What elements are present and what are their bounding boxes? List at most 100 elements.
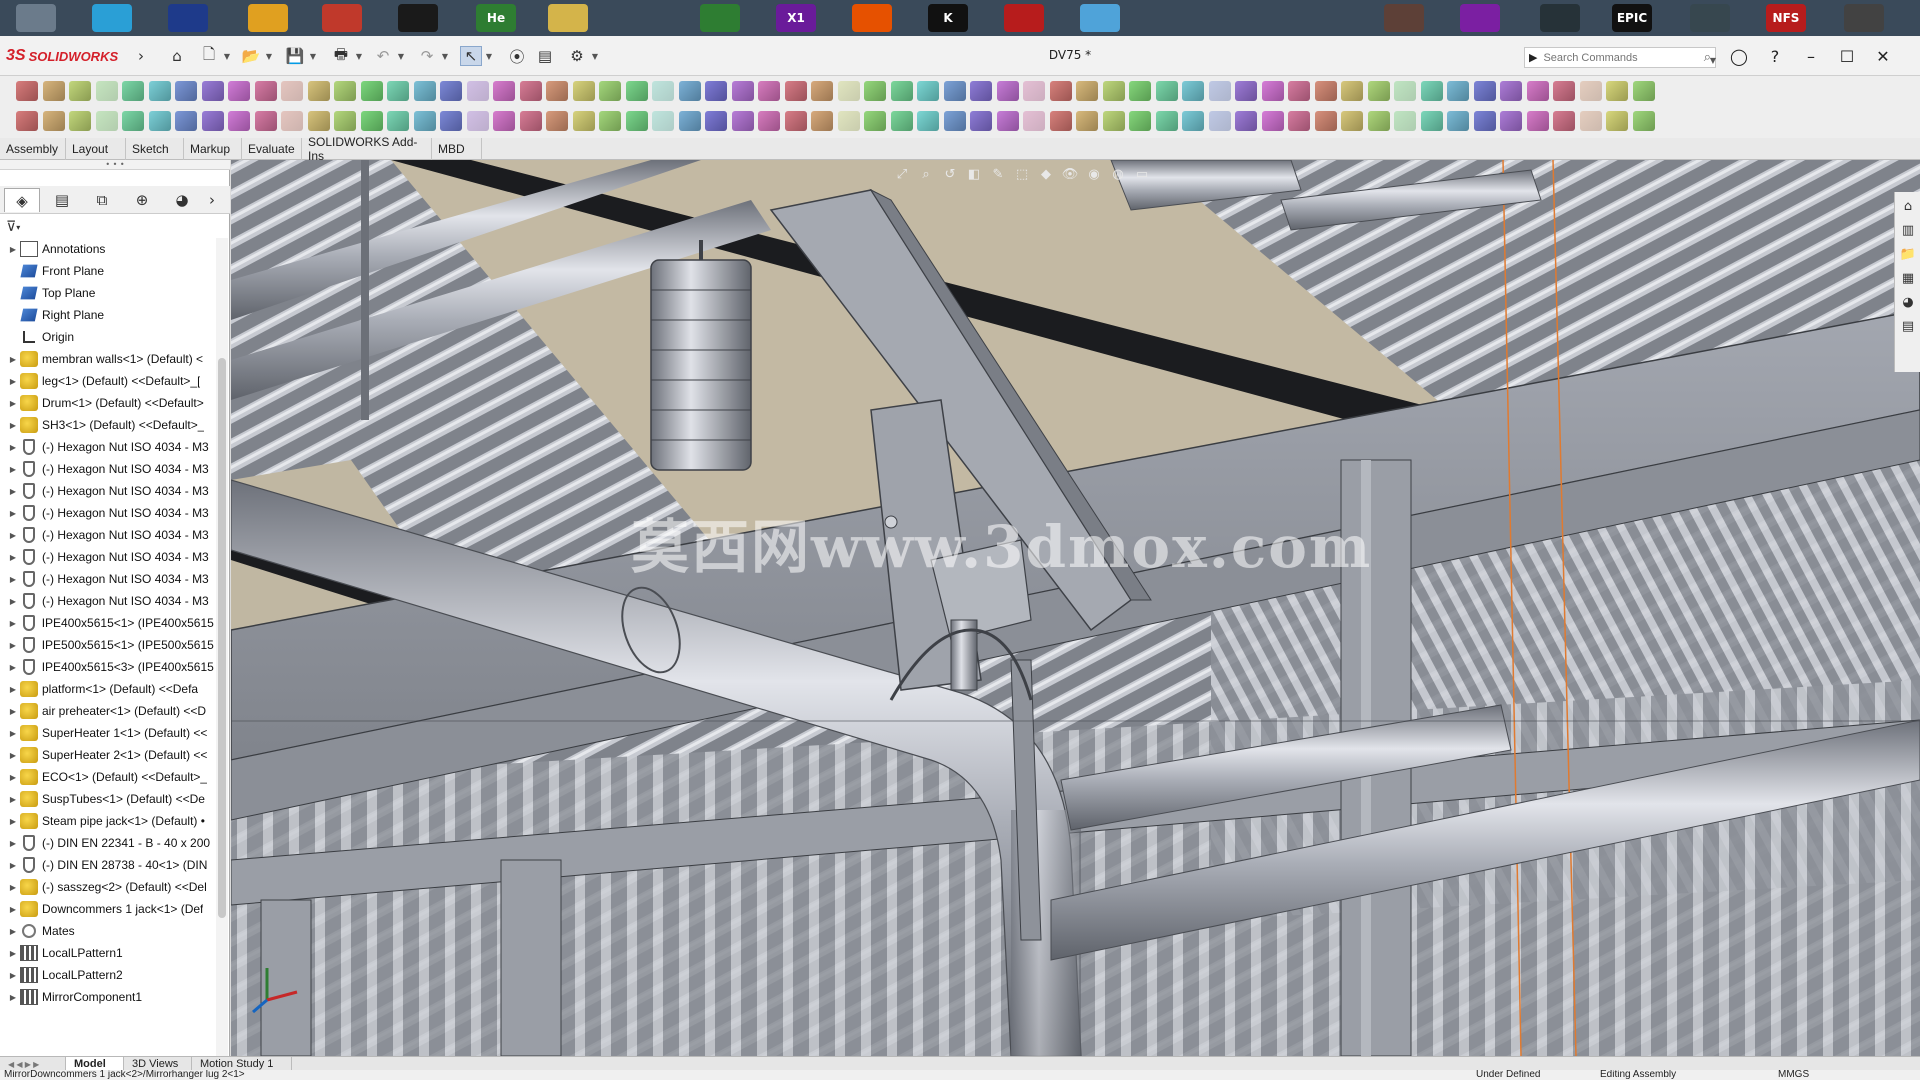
status-edit-mode[interactable]: Editing Assembly [1600,1070,1676,1080]
tree-item[interactable]: Top Plane [0,282,214,304]
toolbar1-tool-28-icon[interactable] [731,81,754,101]
toolbar1-tool-52-icon[interactable] [1367,81,1390,101]
tree-scrollbar-thumb[interactable] [218,358,226,918]
toolbar1-tool-26-icon[interactable] [678,81,701,101]
tree-item[interactable]: Front Plane [0,260,214,282]
toolbar2-tool-23-icon[interactable] [599,111,621,131]
toolbar2-tool-38-icon[interactable] [996,111,1019,131]
k-app-icon[interactable]: K [928,4,968,32]
tab-solidworks-add-ins[interactable]: SOLIDWORKS Add-Ins [302,135,432,163]
tree-item[interactable]: ▶ leg<1> (Default) <<Default>_[ [0,370,214,392]
tree-item[interactable]: ▶ (-) Hexagon Nut ISO 4034 - M3 [0,480,214,502]
toolbar2-tool-21-icon[interactable] [546,111,568,131]
toolbar2-tool-36-icon[interactable] [943,111,966,131]
tab-sketch[interactable]: Sketch [126,138,184,160]
toolbar2-tool-5-icon[interactable] [122,111,144,131]
minimize-icon[interactable]: – [1796,44,1826,68]
toolbar2-tool-7-icon[interactable] [175,111,197,131]
tree-expand-icon[interactable]: ▶ [6,553,20,562]
toolbar1-tool-59-icon[interactable] [1553,81,1575,101]
toolbar1-tool-44-icon[interactable] [1155,81,1178,101]
search-commands-input[interactable] [1541,50,1682,65]
toolbar2-tool-43-icon[interactable] [1129,111,1151,131]
tree-expand-icon[interactable]: ▶ [6,751,20,760]
toolbar1-tool-24-icon[interactable] [625,81,648,101]
tree-expand-icon[interactable]: ▶ [6,443,20,452]
toolbar2-tool-15-icon[interactable] [387,111,409,131]
tree-expand-icon[interactable]: ▶ [6,663,20,672]
toolbar2-tool-1-icon[interactable] [16,111,38,131]
toolbar1-tool-41-icon[interactable] [1076,81,1098,101]
tree-expand-icon[interactable]: ▶ [6,531,20,540]
toolbar1-tool-23-icon[interactable] [599,81,621,101]
car-app-icon[interactable] [1004,4,1044,32]
display-manager-tab-icon[interactable]: ◕ [164,188,200,212]
toolbar1-tool-60-icon[interactable] [1579,81,1602,101]
toolbar1-tool-35-icon[interactable] [917,81,939,101]
tree-expand-icon[interactable]: ▶ [6,465,20,474]
toolbar2-tool-27-icon[interactable] [705,111,727,131]
tree-expand-icon[interactable]: ▶ [6,883,20,892]
tab-assembly[interactable]: Assembly [0,138,66,160]
tree-item[interactable]: ▶ LocalLPattern2 [0,964,214,986]
tree-item[interactable]: ▶ SuperHeater 1<1> (Default) << [0,722,214,744]
toolbar2-tool-25-icon[interactable] [652,111,674,131]
hide-show-items-icon[interactable]: 👁 [1059,164,1081,184]
toolbar1-tool-9-icon[interactable] [228,81,250,101]
toolbar1-tool-20-icon[interactable] [519,81,542,101]
fire-app-icon[interactable] [852,4,892,32]
bottom-tab-3d-views[interactable]: 3D Views [124,1057,192,1071]
toolbar2-tool-47-icon[interactable] [1235,111,1257,131]
tree-item[interactable]: ▶ platform<1> (Default) <<Defa [0,678,214,700]
disc-app-icon[interactable] [548,4,588,32]
tree-item[interactable]: Origin [0,326,214,348]
search-commands-box[interactable]: ▶ ⌕ [1524,47,1716,68]
window-app-icon[interactable] [92,4,132,32]
game-thumb-app-icon[interactable] [1384,4,1424,32]
view-settings-icon[interactable]: ▭ [1131,164,1153,184]
status-unit-system[interactable]: MMGS [1778,1070,1809,1080]
gear-app-icon[interactable] [248,4,288,32]
tree-expand-icon[interactable]: ▶ [6,597,20,606]
epic-app-icon[interactable]: EPIC [1612,4,1652,32]
tree-expand-icon[interactable]: ▶ [6,619,20,628]
toolbar2-tool-12-icon[interactable] [307,111,330,131]
undo-icon[interactable]: ↶ [372,46,394,66]
open-dropdown-icon[interactable]: ▼ [264,46,274,66]
toolbar1-tool-43-icon[interactable] [1129,81,1151,101]
toolbar2-tool-11-icon[interactable] [281,111,303,131]
home-icon[interactable]: ⌂ [166,46,188,66]
toolbar1-tool-18-icon[interactable] [466,81,489,101]
floppy-app-icon[interactable] [168,4,208,32]
toolbar1-tool-38-icon[interactable] [996,81,1019,101]
tree-item[interactable]: ▶ IPE500x5615<1> (IPE500x5615) [0,634,214,656]
view-palette-icon[interactable]: ▦ [1897,268,1919,288]
tree-expand-icon[interactable]: ▶ [6,421,20,430]
toolbar2-tool-6-icon[interactable] [148,111,171,131]
toolbar2-tool-28-icon[interactable] [731,111,754,131]
tree-expand-icon[interactable]: ▶ [6,795,20,804]
tree-item[interactable]: ▶ (-) DIN EN 28738 - 40<1> (DIN [0,854,214,876]
toolbar1-tool-42-icon[interactable] [1102,81,1125,101]
zoom-to-area-icon[interactable]: ⌕ [915,164,937,184]
arrow-app-icon[interactable] [322,4,362,32]
toolbar1-tool-48-icon[interactable] [1261,81,1284,101]
game-thumb2-app-icon[interactable] [1690,4,1730,32]
toolbar1-tool-36-icon[interactable] [943,81,966,101]
design-library-icon[interactable]: ▥ [1897,220,1919,240]
tree-item[interactable]: ▶ (-) Hexagon Nut ISO 4034 - M3 [0,590,214,612]
toolbar2-tool-56-icon[interactable] [1473,111,1496,131]
appearances-icon[interactable]: ◕ [1897,292,1919,312]
toolbar1-tool-21-icon[interactable] [546,81,568,101]
toolbar1-tool-22-icon[interactable] [572,81,595,101]
spring-hanger[interactable] [650,240,752,471]
tree-expand-icon[interactable]: ▶ [6,729,20,738]
tab-layout[interactable]: Layout [66,138,126,160]
configuration-manager-tab-icon[interactable]: ⧉ [84,188,120,212]
toolbar2-tool-37-icon[interactable] [970,111,992,131]
toolbar1-tool-19-icon[interactable] [493,81,515,101]
toolbar1-tool-12-icon[interactable] [307,81,330,101]
tree-expand-icon[interactable]: ▶ [6,949,20,958]
toolbar1-tool-5-icon[interactable] [122,81,144,101]
toolbar1-tool-30-icon[interactable] [784,81,807,101]
